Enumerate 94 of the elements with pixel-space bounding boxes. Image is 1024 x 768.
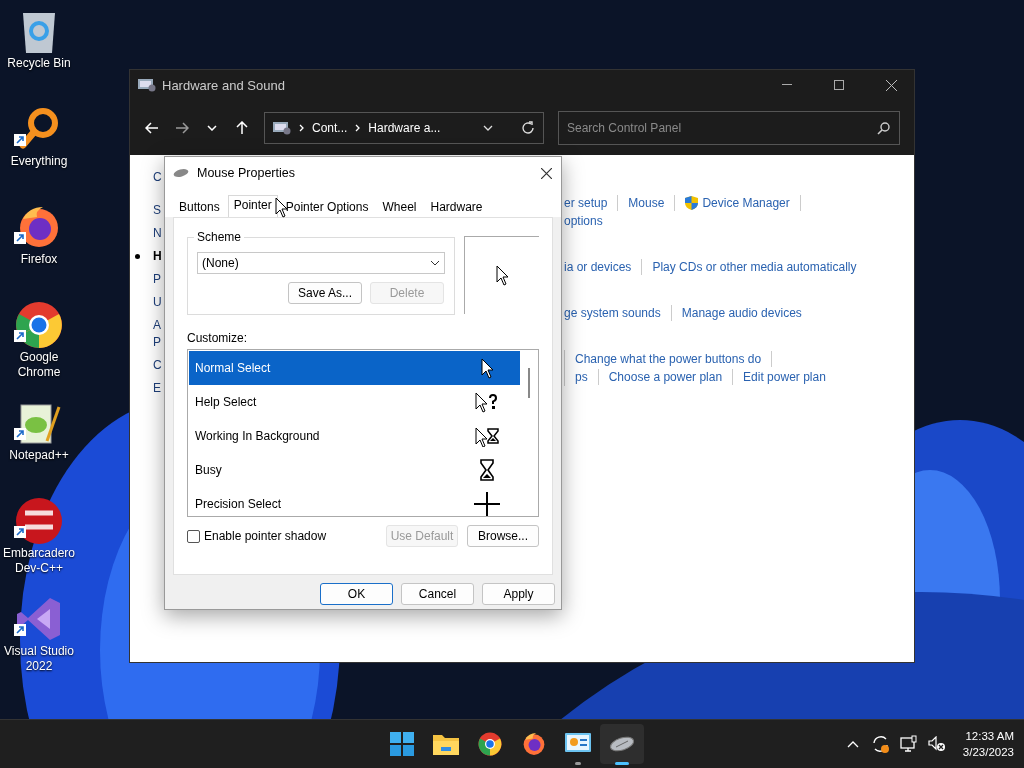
category-link[interactable]: P bbox=[153, 334, 161, 351]
working-cursor-icon bbox=[475, 425, 499, 447]
clock-date[interactable]: 3/23/2023 bbox=[962, 744, 1014, 760]
arrow-cursor-icon bbox=[495, 265, 509, 286]
visual-studio-icon bbox=[16, 596, 62, 642]
folder-icon[interactable] bbox=[433, 733, 459, 755]
task-link[interactable]: Edit power plan bbox=[743, 370, 826, 384]
taskbar-button[interactable] bbox=[600, 724, 644, 764]
up-arrow-icon bbox=[236, 120, 248, 135]
dialog-button[interactable]: Cancel bbox=[401, 583, 474, 605]
window-title: Hardware and Sound bbox=[162, 77, 285, 93]
hourglass-icon bbox=[480, 459, 494, 481]
control-panel-icon[interactable] bbox=[565, 733, 591, 755]
help-cursor-icon bbox=[475, 391, 499, 413]
back-arrow-icon bbox=[145, 121, 159, 134]
category-link[interactable]: H bbox=[153, 248, 162, 265]
pointer-row[interactable]: Normal Select bbox=[189, 351, 520, 385]
desktop-icon-label[interactable]: Notepad++ bbox=[1, 448, 77, 463]
task-link[interactable]: Change what the power buttons do bbox=[575, 352, 762, 366]
checkbox[interactable] bbox=[187, 529, 200, 543]
dialog-title: Mouse Properties bbox=[197, 166, 295, 180]
pointer-row[interactable]: Precision Select bbox=[189, 487, 520, 516]
chevron-icon bbox=[355, 123, 361, 132]
task-link[interactable]: ia or devices bbox=[564, 260, 632, 274]
desktop-icon-label[interactable]: Firefox bbox=[1, 252, 77, 267]
control-panel-icon bbox=[273, 120, 291, 135]
chevron-up-icon[interactable] bbox=[846, 740, 859, 748]
breadcrumb[interactable]: Cont... bbox=[312, 120, 348, 135]
dialog-button[interactable]: Apply bbox=[482, 583, 555, 605]
group-label: Scheme bbox=[194, 230, 245, 244]
pointer-button[interactable]: Browse... bbox=[467, 525, 539, 547]
category-link[interactable]: U bbox=[153, 294, 162, 311]
pointer-row[interactable]: Busy bbox=[189, 453, 520, 487]
magnifier-icon bbox=[19, 107, 59, 151]
checkbox-label[interactable]: Enable pointer shadow bbox=[204, 529, 327, 543]
firefox-icon bbox=[17, 205, 61, 249]
task-link[interactable]: ge system sounds bbox=[564, 306, 661, 320]
task-link[interactable]: options bbox=[564, 214, 603, 228]
notepad-icon bbox=[17, 401, 61, 445]
shield-icon bbox=[685, 196, 699, 210]
breadcrumb[interactable]: Hardware a... bbox=[368, 120, 441, 135]
category-link[interactable]: N bbox=[153, 225, 162, 242]
arrow-cursor-icon bbox=[480, 357, 494, 379]
category-link[interactable]: A bbox=[153, 317, 161, 334]
muted-speaker-icon[interactable] bbox=[927, 736, 946, 752]
maximize-icon bbox=[834, 80, 844, 90]
dropdown-icon[interactable] bbox=[483, 124, 493, 131]
category-link[interactable]: S bbox=[153, 202, 161, 219]
refresh-icon[interactable] bbox=[521, 120, 535, 135]
search-icon bbox=[877, 121, 890, 135]
chrome-icon bbox=[15, 301, 63, 349]
scrollbar-thumb[interactable] bbox=[528, 368, 530, 398]
forward-arrow-icon bbox=[175, 121, 189, 134]
task-link[interactable]: er setup bbox=[564, 196, 608, 210]
minimize-icon bbox=[782, 84, 792, 86]
category-link[interactable]: P bbox=[153, 271, 161, 288]
address-bar[interactable]: Cont... Hardware a... bbox=[264, 111, 544, 144]
task-link[interactable]: Play CDs or other media automatically bbox=[652, 260, 857, 274]
close-icon bbox=[540, 167, 552, 179]
desktop-icon-label[interactable]: Everything bbox=[1, 154, 77, 169]
mouse-icon[interactable] bbox=[609, 736, 635, 752]
chevron-icon bbox=[299, 123, 304, 132]
sync-icon[interactable] bbox=[870, 734, 891, 754]
category-link[interactable]: C bbox=[153, 169, 162, 186]
firefox-icon[interactable] bbox=[522, 732, 546, 756]
desktop-icon-label[interactable]: Recycle Bin bbox=[1, 56, 77, 71]
pointer-row[interactable]: Help Select bbox=[189, 385, 520, 419]
windows-logo-icon[interactable] bbox=[390, 732, 414, 756]
task-link[interactable]: Manage audio devices bbox=[681, 306, 802, 320]
mouse-icon bbox=[173, 168, 189, 178]
close-icon bbox=[885, 79, 897, 91]
control-panel-icon bbox=[138, 78, 156, 92]
chevron-icon bbox=[430, 260, 440, 266]
tab[interactable]: Pointer bbox=[227, 195, 278, 217]
pointer-row[interactable]: Working In Background bbox=[189, 419, 520, 453]
desktop-icon-label[interactable]: Google Chrome bbox=[1, 350, 77, 380]
task-link[interactable]: Choose a power plan bbox=[608, 370, 723, 384]
dialog-button[interactable]: OK bbox=[320, 583, 393, 605]
clock-time[interactable]: 12:33 AM bbox=[965, 728, 1014, 744]
network-icon[interactable] bbox=[899, 735, 918, 753]
chevron-down-icon bbox=[207, 124, 217, 131]
task-link[interactable]: Device Manager bbox=[685, 196, 790, 210]
category-link[interactable]: C bbox=[153, 357, 162, 374]
scheme-button[interactable]: Save As... bbox=[288, 282, 362, 304]
customize-label: Customize: bbox=[187, 331, 249, 345]
chrome-icon[interactable] bbox=[478, 732, 502, 756]
scheme-dropdown[interactable]: (None) bbox=[197, 252, 445, 274]
disc-logo-icon bbox=[15, 497, 63, 545]
task-link[interactable]: Mouse bbox=[628, 196, 665, 210]
crosshair-icon bbox=[474, 492, 500, 516]
desktop-icon-label[interactable]: Visual Studio 2022 bbox=[1, 644, 77, 674]
category-link[interactable]: E bbox=[153, 380, 161, 397]
task-link[interactable]: ps bbox=[575, 370, 588, 384]
search-field[interactable]: Search Control Panel bbox=[558, 110, 900, 145]
